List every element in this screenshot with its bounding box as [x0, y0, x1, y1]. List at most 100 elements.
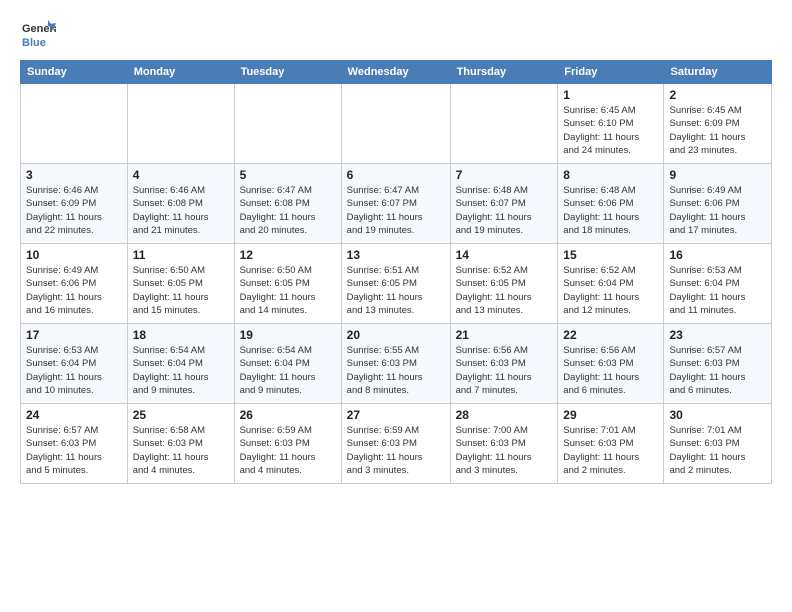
day-info: Sunrise: 6:51 AM Sunset: 6:05 PM Dayligh…: [347, 264, 445, 317]
day-number: 20: [347, 328, 445, 342]
day-number: 4: [133, 168, 229, 182]
calendar-cell: 10 Sunrise: 6:49 AM Sunset: 6:06 PM Dayli…: [21, 244, 128, 324]
calendar-cell: [341, 84, 450, 164]
day-number: 18: [133, 328, 229, 342]
calendar-cell: 19 Sunrise: 6:54 AM Sunset: 6:04 PM Dayli…: [234, 324, 341, 404]
calendar-cell: 1Sunrise: 6:45 AM Sunset: 6:10 PM Daylig…: [558, 84, 664, 164]
calendar-cell: [127, 84, 234, 164]
calendar-cell: 20 Sunrise: 6:55 AM Sunset: 6:03 PM Dayli…: [341, 324, 450, 404]
day-info: Sunrise: 6:56 AM Sunset: 6:03 PM Dayligh…: [456, 344, 553, 397]
day-info: Sunrise: 6:49 AM Sunset: 6:06 PM Dayligh…: [669, 184, 766, 237]
day-info: Sunrise: 7:00 AM Sunset: 6:03 PM Dayligh…: [456, 424, 553, 477]
header-friday: Friday: [558, 61, 664, 84]
calendar-cell: 4 Sunrise: 6:46 AM Sunset: 6:08 PM Daylig…: [127, 164, 234, 244]
calendar-cell: 28 Sunrise: 7:00 AM Sunset: 6:03 PM Dayli…: [450, 404, 558, 484]
calendar-cell: 9Sunrise: 6:49 AM Sunset: 6:06 PM Daylig…: [664, 164, 772, 244]
day-info: Sunrise: 6:59 AM Sunset: 6:03 PM Dayligh…: [240, 424, 336, 477]
header-wednesday: Wednesday: [341, 61, 450, 84]
day-number: 15: [563, 248, 658, 262]
week-row-2: 3 Sunrise: 6:46 AM Sunset: 6:09 PM Daylig…: [21, 164, 772, 244]
day-number: 6: [347, 168, 445, 182]
calendar-cell: 30Sunrise: 7:01 AM Sunset: 6:03 PM Dayli…: [664, 404, 772, 484]
day-info: Sunrise: 6:47 AM Sunset: 6:08 PM Dayligh…: [240, 184, 336, 237]
day-info: Sunrise: 6:46 AM Sunset: 6:09 PM Dayligh…: [26, 184, 122, 237]
week-row-1: 1Sunrise: 6:45 AM Sunset: 6:10 PM Daylig…: [21, 84, 772, 164]
header: General Blue: [20, 18, 772, 54]
day-number: 8: [563, 168, 658, 182]
week-row-3: 10 Sunrise: 6:49 AM Sunset: 6:06 PM Dayli…: [21, 244, 772, 324]
calendar-cell: 5 Sunrise: 6:47 AM Sunset: 6:08 PM Daylig…: [234, 164, 341, 244]
calendar-cell: 26 Sunrise: 6:59 AM Sunset: 6:03 PM Dayli…: [234, 404, 341, 484]
logo: General Blue: [20, 18, 56, 54]
calendar-cell: 7 Sunrise: 6:48 AM Sunset: 6:07 PM Daylig…: [450, 164, 558, 244]
logo-svg: General Blue: [20, 18, 56, 54]
day-number: 7: [456, 168, 553, 182]
day-number: 27: [347, 408, 445, 422]
week-row-5: 24 Sunrise: 6:57 AM Sunset: 6:03 PM Dayli…: [21, 404, 772, 484]
calendar-header-row: SundayMondayTuesdayWednesdayThursdayFrid…: [21, 61, 772, 84]
header-saturday: Saturday: [664, 61, 772, 84]
day-info: Sunrise: 6:52 AM Sunset: 6:05 PM Dayligh…: [456, 264, 553, 317]
day-number: 3: [26, 168, 122, 182]
calendar-cell: 14 Sunrise: 6:52 AM Sunset: 6:05 PM Dayli…: [450, 244, 558, 324]
day-number: 19: [240, 328, 336, 342]
day-number: 29: [563, 408, 658, 422]
day-number: 12: [240, 248, 336, 262]
day-number: 17: [26, 328, 122, 342]
calendar-cell: [21, 84, 128, 164]
day-info: Sunrise: 7:01 AM Sunset: 6:03 PM Dayligh…: [563, 424, 658, 477]
day-info: Sunrise: 6:47 AM Sunset: 6:07 PM Dayligh…: [347, 184, 445, 237]
day-number: 22: [563, 328, 658, 342]
day-number: 28: [456, 408, 553, 422]
calendar-cell: 23 Sunrise: 6:57 AM Sunset: 6:03 PM Dayli…: [664, 324, 772, 404]
day-number: 11: [133, 248, 229, 262]
day-info: Sunrise: 6:59 AM Sunset: 6:03 PM Dayligh…: [347, 424, 445, 477]
calendar-cell: [450, 84, 558, 164]
calendar-cell: [234, 84, 341, 164]
day-number: 24: [26, 408, 122, 422]
day-info: Sunrise: 6:54 AM Sunset: 6:04 PM Dayligh…: [240, 344, 336, 397]
header-sunday: Sunday: [21, 61, 128, 84]
calendar-cell: 16Sunrise: 6:53 AM Sunset: 6:04 PM Dayli…: [664, 244, 772, 324]
day-info: Sunrise: 6:48 AM Sunset: 6:07 PM Dayligh…: [456, 184, 553, 237]
svg-text:Blue: Blue: [22, 37, 46, 49]
calendar-cell: 12 Sunrise: 6:50 AM Sunset: 6:05 PM Dayli…: [234, 244, 341, 324]
calendar-cell: 22 Sunrise: 6:56 AM Sunset: 6:03 PM Dayli…: [558, 324, 664, 404]
day-number: 10: [26, 248, 122, 262]
day-number: 1: [563, 88, 658, 102]
calendar-cell: 27 Sunrise: 6:59 AM Sunset: 6:03 PM Dayli…: [341, 404, 450, 484]
calendar-cell: 8Sunrise: 6:48 AM Sunset: 6:06 PM Daylig…: [558, 164, 664, 244]
day-info: Sunrise: 6:58 AM Sunset: 6:03 PM Dayligh…: [133, 424, 229, 477]
calendar-cell: 18Sunrise: 6:54 AM Sunset: 6:04 PM Dayli…: [127, 324, 234, 404]
calendar-cell: 25 Sunrise: 6:58 AM Sunset: 6:03 PM Dayli…: [127, 404, 234, 484]
header-monday: Monday: [127, 61, 234, 84]
day-number: 23: [669, 328, 766, 342]
day-number: 26: [240, 408, 336, 422]
day-number: 5: [240, 168, 336, 182]
day-info: Sunrise: 6:50 AM Sunset: 6:05 PM Dayligh…: [240, 264, 336, 317]
calendar-cell: 24 Sunrise: 6:57 AM Sunset: 6:03 PM Dayli…: [21, 404, 128, 484]
day-info: Sunrise: 6:46 AM Sunset: 6:08 PM Dayligh…: [133, 184, 229, 237]
calendar-cell: 17 Sunrise: 6:53 AM Sunset: 6:04 PM Dayli…: [21, 324, 128, 404]
calendar-cell: 11 Sunrise: 6:50 AM Sunset: 6:05 PM Dayli…: [127, 244, 234, 324]
calendar-table: SundayMondayTuesdayWednesdayThursdayFrid…: [20, 60, 772, 484]
calendar-cell: 21Sunrise: 6:56 AM Sunset: 6:03 PM Dayli…: [450, 324, 558, 404]
day-info: Sunrise: 7:01 AM Sunset: 6:03 PM Dayligh…: [669, 424, 766, 477]
calendar-cell: 3 Sunrise: 6:46 AM Sunset: 6:09 PM Daylig…: [21, 164, 128, 244]
calendar-cell: 15 Sunrise: 6:52 AM Sunset: 6:04 PM Dayli…: [558, 244, 664, 324]
day-info: Sunrise: 6:56 AM Sunset: 6:03 PM Dayligh…: [563, 344, 658, 397]
day-info: Sunrise: 6:52 AM Sunset: 6:04 PM Dayligh…: [563, 264, 658, 317]
day-number: 25: [133, 408, 229, 422]
day-number: 16: [669, 248, 766, 262]
day-info: Sunrise: 6:50 AM Sunset: 6:05 PM Dayligh…: [133, 264, 229, 317]
day-number: 13: [347, 248, 445, 262]
day-info: Sunrise: 6:49 AM Sunset: 6:06 PM Dayligh…: [26, 264, 122, 317]
day-number: 14: [456, 248, 553, 262]
day-info: Sunrise: 6:57 AM Sunset: 6:03 PM Dayligh…: [669, 344, 766, 397]
header-thursday: Thursday: [450, 61, 558, 84]
day-info: Sunrise: 6:57 AM Sunset: 6:03 PM Dayligh…: [26, 424, 122, 477]
day-info: Sunrise: 6:55 AM Sunset: 6:03 PM Dayligh…: [347, 344, 445, 397]
calendar-cell: 13 Sunrise: 6:51 AM Sunset: 6:05 PM Dayli…: [341, 244, 450, 324]
calendar-cell: 29 Sunrise: 7:01 AM Sunset: 6:03 PM Dayli…: [558, 404, 664, 484]
day-info: Sunrise: 6:53 AM Sunset: 6:04 PM Dayligh…: [26, 344, 122, 397]
